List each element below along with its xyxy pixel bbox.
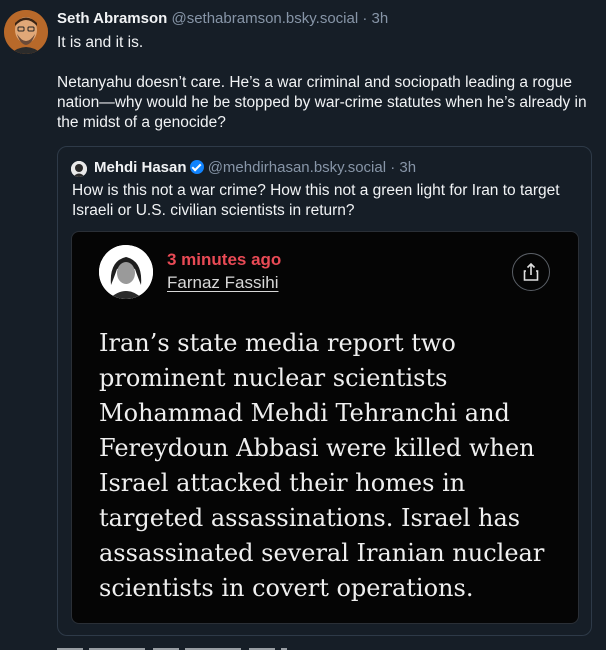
author-handle[interactable]: @sethabramson.bsky.social <box>171 10 358 27</box>
post-paragraph: Netanyahu doesn’t care. He’s a war crimi… <box>57 74 587 131</box>
article-body-text: Iran’s state media report two prominent … <box>99 329 545 602</box>
quoted-author-name[interactable]: Mehdi Hasan <box>94 159 187 176</box>
post-text: It is and it is. Netanyahu doesn’t care.… <box>57 33 597 133</box>
share-icon <box>512 253 550 291</box>
post-paragraph: It is and it is. <box>57 34 144 51</box>
quoted-post-header: Mehdi Hasan @mehdirhasan.bsky.social · 3… <box>94 159 416 176</box>
article-byline: Farnaz Fassihi <box>167 273 279 292</box>
embedded-screenshot-image[interactable]: 3 minutes ago Farnaz Fassihi Iran’s stat… <box>71 231 579 624</box>
post-timestamp[interactable]: 3h <box>372 10 389 27</box>
post: Seth Abramson @sethabramson.bsky.social … <box>0 0 606 650</box>
quoted-post-timestamp[interactable]: 3h <box>399 159 416 176</box>
next-post-peek <box>57 642 287 650</box>
separator-dot: · <box>386 159 400 176</box>
author-avatar[interactable] <box>4 10 48 54</box>
author-name[interactable]: Seth Abramson <box>57 10 167 27</box>
separator-dot: · <box>358 10 372 27</box>
quoted-author-handle[interactable]: @mehdirhasan.bsky.social <box>208 159 386 176</box>
quoted-post[interactable]: Mehdi Hasan @mehdirhasan.bsky.social · 3… <box>57 146 592 636</box>
quoted-author-avatar[interactable] <box>71 161 87 177</box>
article-time-ago: 3 minutes ago <box>167 250 282 269</box>
verified-check-icon <box>189 160 204 174</box>
post-header: Seth Abramson @sethabramson.bsky.social … <box>57 10 388 27</box>
quoted-post-text: How is this not a war crime? How this no… <box>72 182 560 219</box>
reporter-avatar <box>99 245 153 299</box>
